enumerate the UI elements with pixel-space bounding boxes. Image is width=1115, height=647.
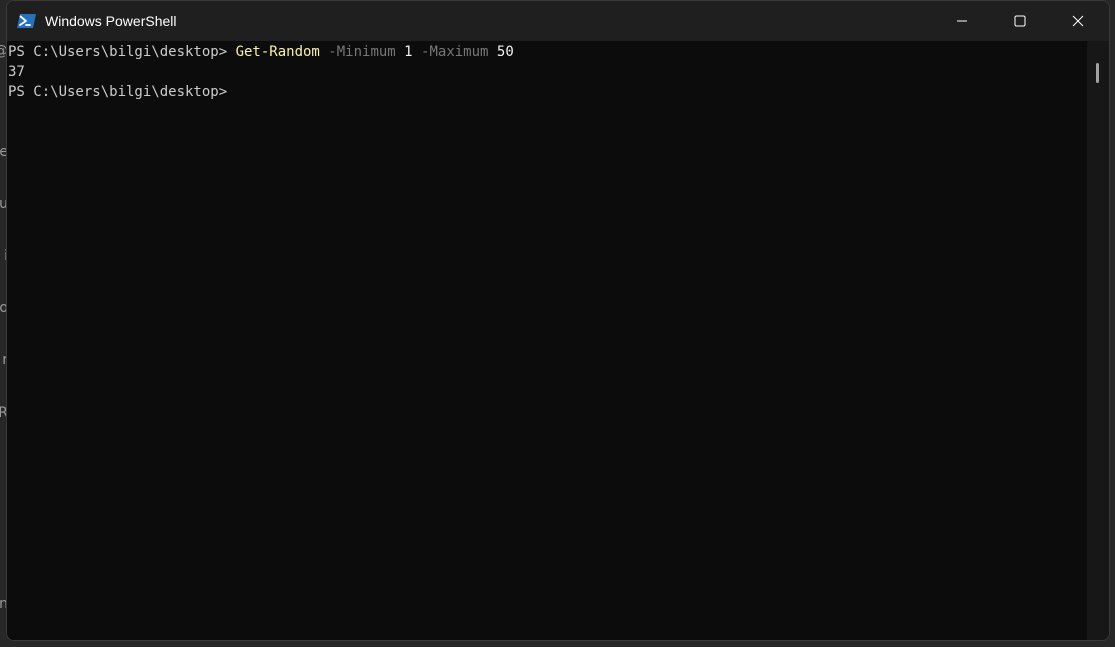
console-line: 37 bbox=[7, 62, 1087, 82]
maximize-button[interactable] bbox=[991, 1, 1049, 41]
command-output: 37 bbox=[8, 64, 25, 80]
parameter-value: 1 bbox=[404, 44, 413, 60]
powershell-window: Windows PowerShell PS C:\Users\bilgi\des… bbox=[6, 0, 1110, 641]
console-line: PS C:\Users\bilgi\desktop> bbox=[7, 82, 1087, 102]
console-line: PS C:\Users\bilgi\desktop> Get-Random -M… bbox=[7, 42, 1087, 62]
prompt: PS C:\Users\bilgi\desktop> bbox=[8, 84, 228, 100]
maximize-icon bbox=[1014, 15, 1026, 27]
parameter-name: -Minimum bbox=[319, 44, 405, 60]
close-button[interactable] bbox=[1049, 1, 1107, 41]
scrollbar-thumb[interactable] bbox=[1096, 63, 1099, 83]
minimize-button[interactable] bbox=[933, 1, 991, 41]
parameter-value: 50 bbox=[496, 44, 514, 60]
close-icon bbox=[1072, 15, 1084, 27]
prompt: PS C:\Users\bilgi\desktop> bbox=[8, 44, 236, 60]
title-bar[interactable]: Windows PowerShell bbox=[7, 1, 1109, 41]
window-title: Windows PowerShell bbox=[45, 13, 177, 29]
console-output[interactable]: PS C:\Users\bilgi\desktop> Get-Random -M… bbox=[7, 41, 1087, 640]
vertical-scrollbar[interactable] bbox=[1087, 41, 1109, 640]
command-name: Get-Random bbox=[235, 44, 320, 60]
minimize-icon bbox=[957, 20, 967, 22]
powershell-icon bbox=[17, 14, 36, 28]
parameter-name: -Maximum bbox=[412, 44, 497, 60]
